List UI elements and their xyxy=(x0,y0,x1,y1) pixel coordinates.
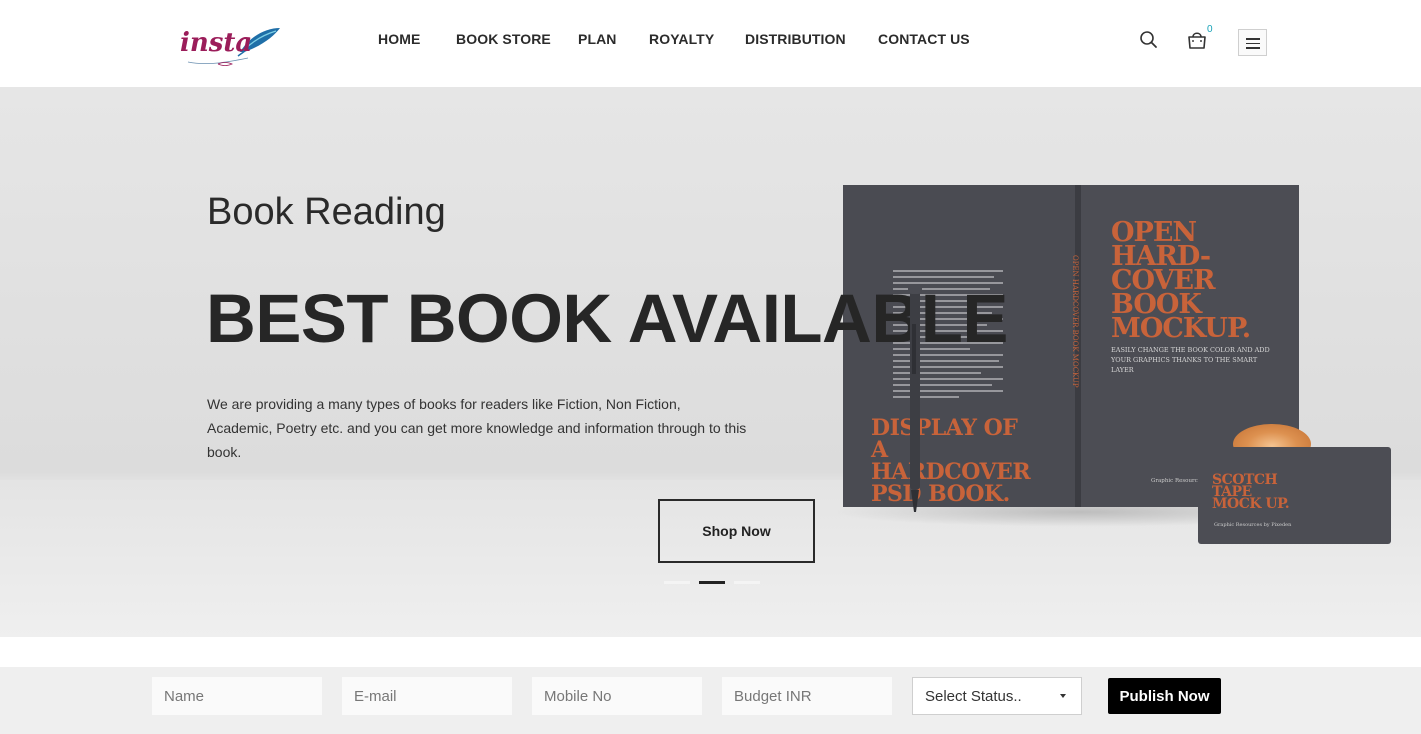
hamburger-menu-button[interactable] xyxy=(1238,29,1267,56)
hero-title: BEST BOOK AVAILABLE xyxy=(206,280,1008,357)
email-input[interactable]: E-mail xyxy=(342,677,512,715)
book-credit: Graphic Resources xyxy=(1151,478,1204,484)
slider-dot-3[interactable] xyxy=(734,581,760,584)
site-logo[interactable]: insta xyxy=(178,22,284,70)
slider-dot-1[interactable] xyxy=(664,581,690,584)
pen-image xyxy=(908,284,922,512)
status-select-value: Select Status.. xyxy=(925,687,1022,705)
book-right-subtitle: EASILY CHANGE THE BOOK COLOR AND ADD YOU… xyxy=(1111,346,1270,374)
nav-plan[interactable]: PLAN xyxy=(578,31,617,47)
hamburger-icon-line xyxy=(1246,47,1260,49)
nav-distribution[interactable]: DISTRIBUTION xyxy=(745,31,846,47)
mobile-input[interactable]: Mobile No xyxy=(532,677,702,715)
chevron-down-icon xyxy=(1060,694,1066,698)
tape-title: SCOTCH TAPE MOCK UP. xyxy=(1212,472,1290,512)
publish-form: Name E-mail Mobile No Budget INR Select … xyxy=(0,667,1421,734)
site-header: insta HOME BOOK STORE PLAN ROYALTY DISTR… xyxy=(0,0,1421,87)
name-input[interactable]: Name xyxy=(152,677,322,715)
shop-now-button[interactable]: Shop Now xyxy=(658,499,815,563)
tape-credit: Graphic Resources by Pixeden xyxy=(1214,522,1292,528)
hamburger-icon xyxy=(1246,38,1260,40)
book-spine-text: OPEN HARDCOVER BOOK MOCKUP xyxy=(1071,255,1079,388)
hero-description: We are providing a many types of books f… xyxy=(207,396,747,460)
hamburger-icon-line xyxy=(1246,42,1260,44)
hero-slider: DISPLAY OF A HARDCOVER PSD BOOK. OPEN HA… xyxy=(0,87,1421,637)
cart-icon[interactable] xyxy=(1186,29,1208,56)
book-left-title: DISPLAY OF A HARDCOVER PSD BOOK. xyxy=(871,415,1031,507)
nav-royalty[interactable]: ROYALTY xyxy=(649,31,714,47)
tape-dispenser-image: SCOTCH TAPE MOCK UP. Graphic Resources b… xyxy=(1198,422,1391,544)
logo-text: insta xyxy=(180,28,253,58)
nav-contact-us[interactable]: CONTACT US xyxy=(878,31,970,47)
budget-input[interactable]: Budget INR xyxy=(722,677,892,715)
publish-now-button[interactable]: Publish Now xyxy=(1108,678,1221,714)
nav-home[interactable]: HOME xyxy=(378,31,420,47)
book-right-title: OPEN HARD-COVER BOOK MOCKUP. xyxy=(1111,217,1251,344)
cart-count-badge: 0 xyxy=(1207,24,1213,35)
hero-subtitle: Book Reading xyxy=(207,191,446,233)
slider-dot-2[interactable] xyxy=(699,581,725,584)
nav-book-store[interactable]: BOOK STORE xyxy=(456,31,551,47)
search-icon[interactable] xyxy=(1139,30,1159,55)
status-select[interactable]: Select Status.. xyxy=(912,677,1082,715)
